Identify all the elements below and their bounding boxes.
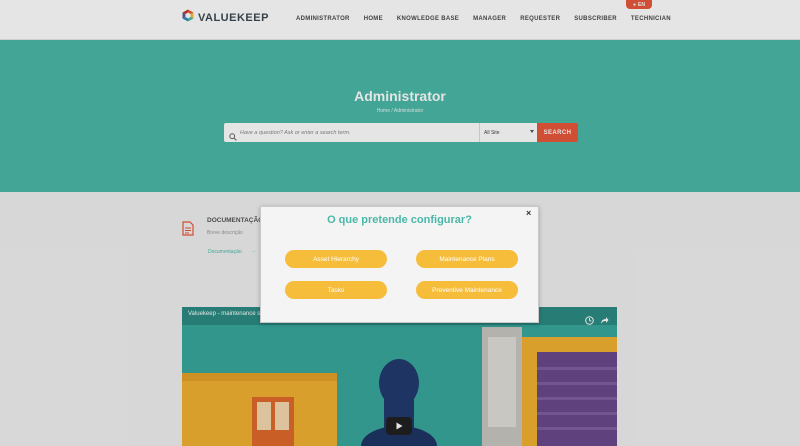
tasks-button[interactable]: Tasks bbox=[285, 281, 387, 299]
maintenance-plans-button[interactable]: Maintenance Plans bbox=[416, 250, 518, 268]
modal-title: O que pretende configurar? bbox=[327, 214, 472, 226]
close-icon[interactable]: × bbox=[526, 208, 531, 218]
preventive-maintenance-button[interactable]: Preventive Maintenance bbox=[416, 281, 518, 299]
asset-hierarchy-button[interactable]: Asset Hierarchy bbox=[285, 250, 387, 268]
configuration-modal: O que pretende configurar? × Asset Hiera… bbox=[260, 206, 539, 323]
